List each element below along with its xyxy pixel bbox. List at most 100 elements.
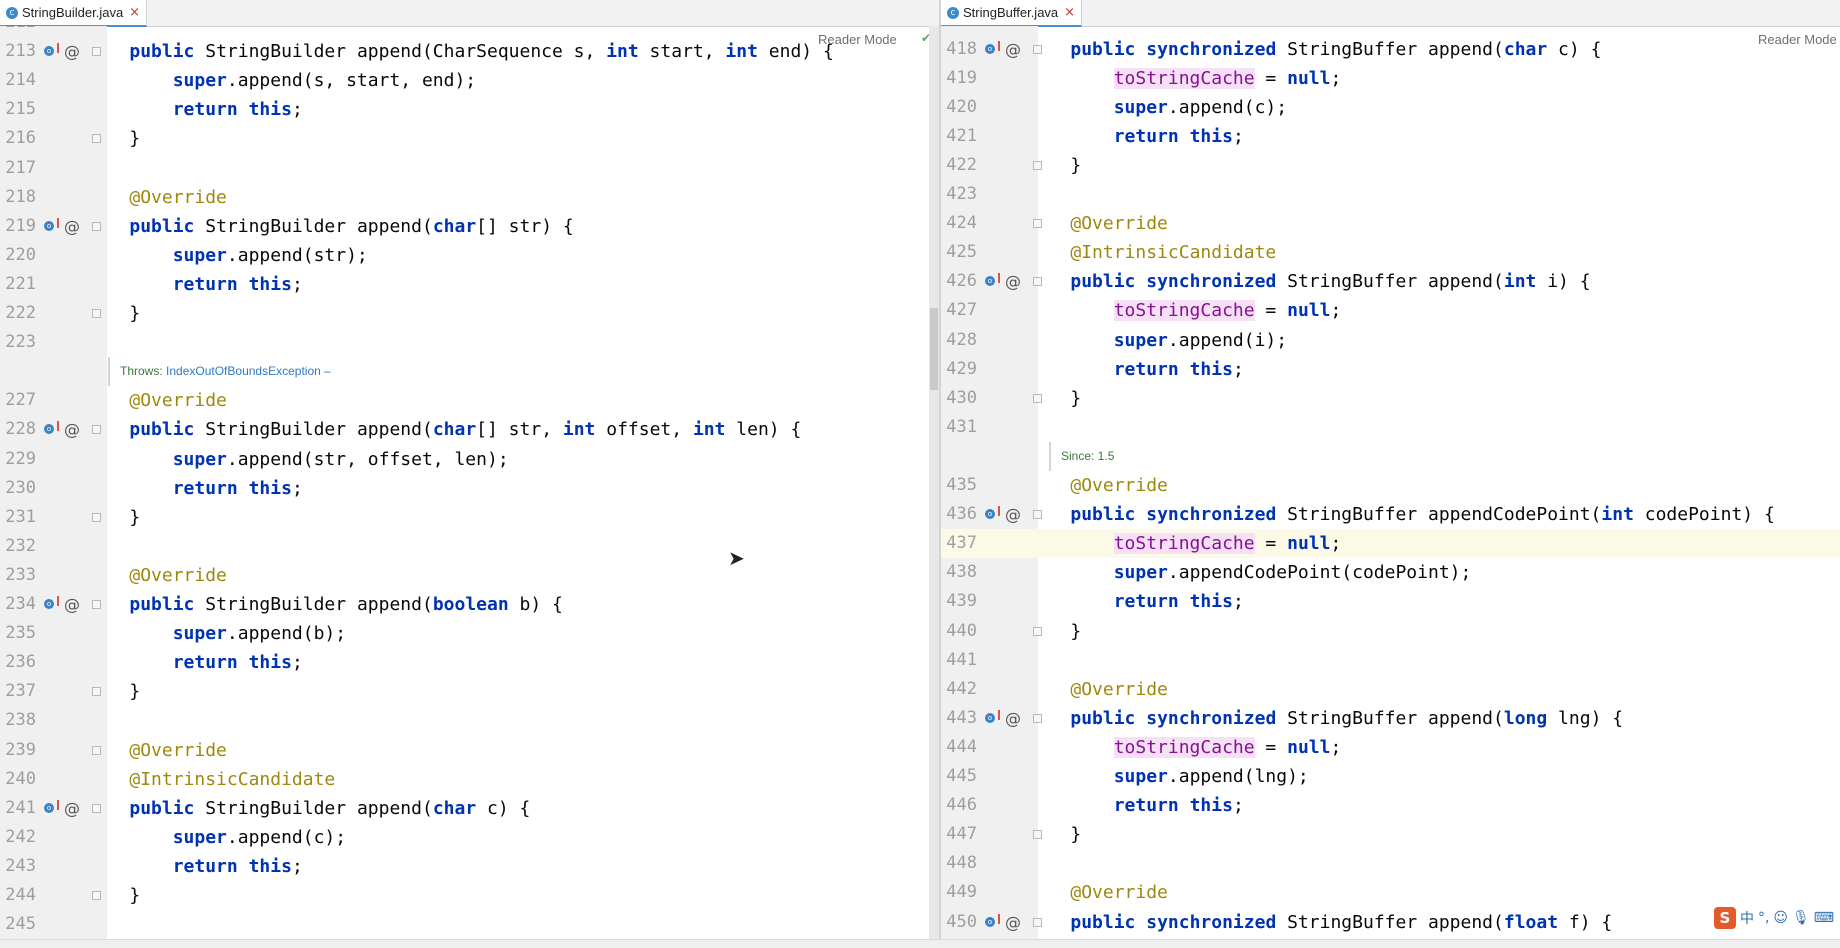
code-line[interactable]: 442 @Override: [941, 675, 1840, 704]
code-line[interactable]: 218 @Override: [0, 183, 939, 212]
code-line[interactable]: 441: [941, 646, 1840, 675]
annotation-gutter-icon[interactable]: @: [1005, 500, 1021, 529]
code-line[interactable]: 429 return this;: [941, 355, 1840, 384]
code-line[interactable]: 445 super.append(lng);: [941, 762, 1840, 791]
overrides-method-icon[interactable]: o: [44, 596, 59, 609]
code-line[interactable]: 423: [941, 180, 1840, 209]
vertical-scrollbar[interactable]: [929, 26, 939, 940]
code-line[interactable]: 419 toStringCache = null;: [941, 64, 1840, 93]
code-line[interactable]: 241 o @ public StringBuilder append(char c…: [0, 794, 939, 823]
doc-comment-row[interactable]: Throws: IndexOutOfBoundsException –: [0, 357, 939, 387]
annotation-gutter-icon[interactable]: @: [64, 37, 80, 66]
annotation-gutter-icon[interactable]: @: [1005, 35, 1021, 64]
code-line[interactable]: 440 }: [941, 617, 1840, 646]
code-line[interactable]: 233 @Override: [0, 561, 939, 590]
code-line[interactable]: 232: [0, 532, 939, 561]
emoji-icon[interactable]: ☺: [1773, 910, 1788, 926]
reader-mode-toggle[interactable]: Reader Mode: [1758, 32, 1837, 47]
code-line[interactable]: 229 super.append(str, offset, len);: [0, 445, 939, 474]
code-line[interactable]: 425 @IntrinsicCandidate: [941, 238, 1840, 267]
annotation-gutter-icon[interactable]: @: [1005, 908, 1021, 937]
code-line[interactable]: 243 return this;: [0, 852, 939, 881]
scrollbar-thumb[interactable]: [930, 308, 938, 390]
annotation-gutter-icon[interactable]: @: [64, 212, 80, 241]
overrides-method-icon[interactable]: o: [985, 709, 1000, 723]
code-line[interactable]: 217: [0, 154, 939, 183]
code-line[interactable]: 426 o @ public synchronized StringBuffer a…: [941, 267, 1840, 296]
code-line[interactable]: 431: [941, 413, 1840, 442]
code-line[interactable]: 221 return this;: [0, 270, 939, 299]
code-line[interactable]: 435 @Override: [941, 471, 1840, 500]
code-line[interactable]: 212 @Override: [0, 26, 939, 37]
code-line[interactable]: 450 o @ public synchronized StringBuffer a…: [941, 908, 1840, 937]
overrides-method-icon[interactable]: o: [44, 43, 59, 57]
code-line[interactable]: 219 o @ public StringBuilder append(char[]…: [0, 212, 939, 241]
code-line[interactable]: 430 }: [941, 384, 1840, 413]
code-line[interactable]: 238: [0, 706, 939, 735]
close-icon[interactable]: ×: [129, 5, 140, 20]
code-line[interactable]: 216 }: [0, 124, 939, 153]
keyboard-icon[interactable]: ⌨: [1814, 910, 1834, 926]
code-line[interactable]: 242 super.append(c);: [0, 823, 939, 852]
tab-stringbuilder-java[interactable]: c StringBuilder.java ×: [0, 0, 148, 27]
overrides-method-icon[interactable]: o: [985, 273, 1000, 287]
code-line[interactable]: 436 o @ public synchronized StringBuffer a…: [941, 500, 1840, 529]
overrides-method-icon[interactable]: o: [985, 506, 1000, 520]
code-line[interactable]: 427 toStringCache = null;: [941, 296, 1840, 325]
code-line[interactable]: 444 toStringCache = null;: [941, 733, 1840, 762]
ime-toolbar[interactable]: S 中 °, ☺ 🎙 ⌨: [1713, 906, 1834, 930]
annotation-gutter-icon[interactable]: @: [1005, 704, 1021, 733]
code-line[interactable]: 220 super.append(str);: [0, 241, 939, 270]
code-line[interactable]: 240 @IntrinsicCandidate: [0, 765, 939, 794]
code-line[interactable]: 222 }: [0, 299, 939, 328]
code-line[interactable]: 214 super.append(s, start, end);: [0, 66, 939, 95]
code-line[interactable]: 446 return this;: [941, 791, 1840, 820]
overrides-method-icon[interactable]: o: [44, 217, 59, 231]
reader-mode-toggle[interactable]: Reader Mode: [818, 32, 897, 47]
code-line[interactable]: 236 return this;: [0, 648, 939, 677]
overrides-method-icon[interactable]: o: [44, 421, 59, 435]
overrides-method-icon[interactable]: o: [985, 913, 1000, 927]
rendered-doc-comment[interactable]: Since: 1.5: [1049, 441, 1114, 471]
overrides-method-icon[interactable]: o: [44, 799, 59, 813]
code-line[interactable]: 448: [941, 849, 1840, 878]
code-line[interactable]: 449 @Override: [941, 878, 1840, 907]
code-line[interactable]: 223: [0, 328, 939, 357]
code-line[interactable]: 437 toStringCache = null;: [941, 529, 1840, 559]
code-line[interactable]: 422 }: [941, 151, 1840, 180]
code-line[interactable]: 213 o @ public StringBuilder append(CharSe…: [0, 37, 939, 66]
code-line[interactable]: 239 @Override: [0, 736, 939, 765]
annotation-gutter-icon[interactable]: @: [64, 590, 80, 619]
code-line[interactable]: 418 o @ public synchronized StringBuffer a…: [941, 35, 1840, 64]
code-line[interactable]: 424 @Override: [941, 209, 1840, 238]
annotation-gutter-icon[interactable]: @: [1005, 267, 1021, 296]
code-line[interactable]: 438 super.appendCodePoint(codePoint);: [941, 558, 1840, 587]
rendered-doc-comment[interactable]: Throws: IndexOutOfBoundsException –: [108, 357, 331, 387]
code-line[interactable]: 234 o @ public StringBuilder append(boolea…: [0, 590, 939, 619]
code-line[interactable]: 420 super.append(c);: [941, 93, 1840, 122]
code-editor[interactable]: 418 o @ public synchronized StringBuffer a…: [941, 26, 1840, 948]
doc-comment-row[interactable]: Since: 1.5: [941, 441, 1840, 471]
code-line[interactable]: 235 super.append(b);: [0, 619, 939, 648]
code-line[interactable]: 439 return this;: [941, 587, 1840, 616]
code-line[interactable]: 447 }: [941, 820, 1840, 849]
annotation-gutter-icon[interactable]: @: [64, 794, 80, 823]
ime-punctuation[interactable]: °,: [1758, 910, 1769, 926]
code-line[interactable]: 237 }: [0, 677, 939, 706]
code-line[interactable]: 428 super.append(i);: [941, 326, 1840, 355]
code-line[interactable]: 245: [0, 910, 939, 939]
code-line[interactable]: 231 }: [0, 503, 939, 532]
doc-link[interactable]: IndexOutOfBoundsException –: [163, 364, 331, 378]
code-line[interactable]: 230 return this;: [0, 474, 939, 503]
close-icon[interactable]: ×: [1064, 5, 1075, 20]
code-line[interactable]: 215 return this;: [0, 95, 939, 124]
annotation-gutter-icon[interactable]: @: [64, 415, 80, 444]
tab-stringbuffer-java[interactable]: c StringBuffer.java ×: [941, 0, 1083, 27]
code-line[interactable]: 228 o @ public StringBuilder append(char[]…: [0, 415, 939, 444]
overrides-method-icon[interactable]: o: [985, 40, 1000, 54]
code-line[interactable]: 421 return this;: [941, 122, 1840, 151]
code-line[interactable]: 244 }: [0, 881, 939, 910]
code-line[interactable]: 443 o @ public synchronized StringBuffer a…: [941, 704, 1840, 733]
code-editor[interactable]: 212 @Override 213 o @ public StringBuilder …: [0, 26, 939, 948]
microphone-icon[interactable]: 🎙: [1792, 910, 1810, 926]
